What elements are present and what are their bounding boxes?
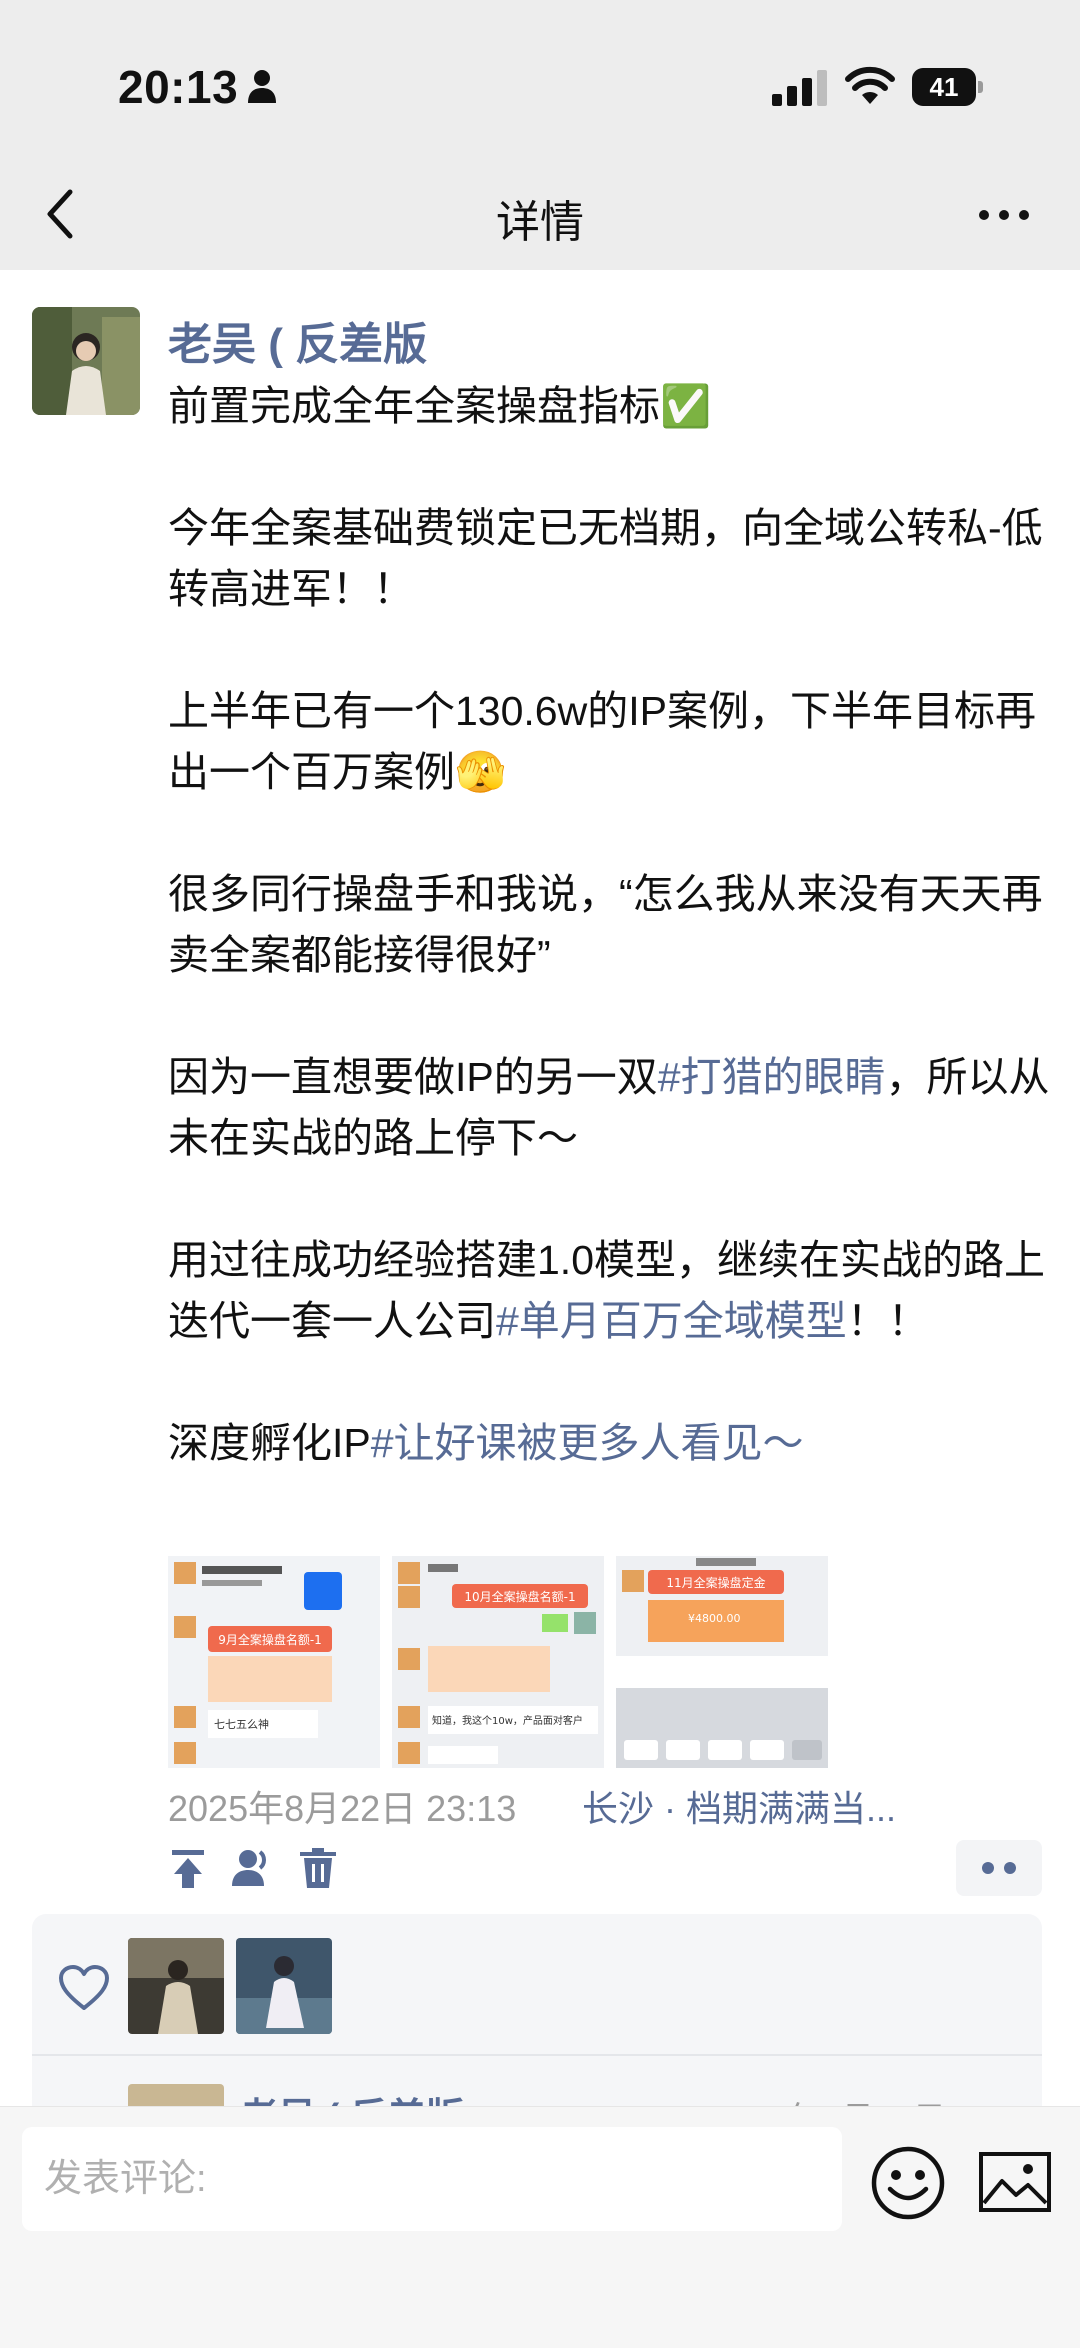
signal-icon	[772, 70, 827, 106]
post-paragraph: 很多同行操盘手和我说，“怎么我从来没有天天再卖全案都能接得很好”	[168, 864, 1058, 986]
comment-bar	[0, 2106, 1080, 2348]
page-title: 详情	[496, 198, 584, 247]
post-image-3[interactable]: 11月全案操盘定金 ¥4800.00	[616, 1556, 828, 1768]
topic-link[interactable]: #打猎的眼睛	[658, 1054, 886, 1100]
post-paragraph	[168, 1169, 1058, 1230]
post-image-1-banner: 9月全案操盘名额-1	[218, 1632, 322, 1647]
post-image-2[interactable]: 10月全案操盘名额-1 知道，我这个10w，产品面对客户	[392, 1556, 604, 1768]
comment-input[interactable]	[22, 2127, 842, 2231]
post-text-segment: ！！	[846, 1298, 929, 1344]
heart-icon	[59, 1965, 109, 2010]
post-text-segment: 很多同行操盘手和我说，“怎么我从来没有天天再卖全案都能接得很好”	[168, 871, 1043, 978]
post-paragraph	[168, 803, 1058, 864]
post-text-segment: 深度孵化IP	[168, 1420, 371, 1466]
post-paragraph: 用过往成功经验搭建1.0模型，继续在实战的路上迭代一套一人公司#单月百万全域模型…	[168, 1230, 1058, 1352]
post-timestamp: 2025年8月22日 23:13	[168, 1788, 517, 1829]
pin-top-icon[interactable]	[166, 1846, 210, 1890]
person-icon	[248, 70, 276, 103]
post-image-1-caption: 七七五么神	[214, 1717, 269, 1731]
post-paragraph: 因为一直想要做IP的另一双#打猎的眼睛，所以从未在实战的路上停下～	[168, 1047, 1058, 1169]
post-paragraph: 今年全案基础费锁定已无档期，向全域公转私-低转高进军！！	[168, 498, 1058, 620]
post-image-2-caption: 知道，我这个10w，产品面对客户	[432, 1714, 583, 1727]
likes-panel: 老吴 ( 反差版 2025年8月22日 23:17	[32, 1914, 1042, 2180]
post-text-segment: 因为一直想要做IP的另一双	[168, 1054, 658, 1100]
topic-link[interactable]: #单月百万全域模型	[496, 1298, 847, 1344]
post-paragraph	[168, 437, 1058, 498]
battery-level: 41	[912, 68, 976, 106]
nav-bar: 详情	[0, 160, 1080, 270]
status-time: 20:13	[118, 61, 239, 113]
post-text-segment: 上半年已有一个130.6w的IP案例，下半年目标再出一个百万案例🫣	[168, 688, 1036, 795]
post-paragraph	[168, 986, 1058, 1047]
post-paragraph: 深度孵化IP#让好课被更多人看见～	[168, 1413, 1058, 1474]
more-dots-icon[interactable]	[976, 200, 1032, 230]
post-text: 前置完成全年全案操盘指标✅ 今年全案基础费锁定已无档期，向全域公转私-低转高进军！…	[168, 376, 1058, 1474]
likes-divider	[32, 2054, 1042, 2056]
post-text-segment: 今年全案基础费锁定已无档期，向全域公转私-低转高进军！！	[168, 505, 1043, 612]
visibility-icon[interactable]	[230, 1846, 274, 1890]
image-icon[interactable]	[978, 2151, 1052, 2213]
post-paragraph: 上半年已有一个130.6w的IP案例，下半年目标再出一个百万案例🫣	[168, 681, 1058, 803]
delete-icon[interactable]	[296, 1846, 340, 1890]
liker-avatar-1[interactable]	[128, 1938, 224, 2034]
post-paragraph: 前置完成全年全案操盘指标✅	[168, 376, 1058, 437]
post-paragraph	[168, 620, 1058, 681]
post-image-3-caption: ¥4800.00	[688, 1612, 741, 1625]
post-location[interactable]: 长沙 · 档期满满当...	[582, 1780, 896, 1832]
author-name[interactable]: 老吴 ( 反差版	[168, 308, 427, 372]
battery-icon: 41	[912, 68, 983, 106]
status-bar: 20:13 41	[0, 0, 1080, 160]
post-text-segment: 前置完成全年全案操盘指标✅	[168, 383, 712, 429]
liker-avatar-2[interactable]	[236, 1938, 332, 2034]
wifi-icon	[845, 66, 895, 104]
comment-more-icon[interactable]	[956, 1840, 1042, 1896]
emoji-icon[interactable]	[870, 2145, 946, 2221]
topic-link[interactable]: #让好课被更多人看见～	[371, 1420, 804, 1466]
battery-cap	[978, 81, 983, 93]
post-image-3-banner: 11月全案操盘定金	[666, 1575, 765, 1590]
post-image-1[interactable]: 9月全案操盘名额-1 七七五么神	[168, 1556, 380, 1768]
post-paragraph	[168, 1352, 1058, 1413]
post-image-2-banner: 10月全案操盘名额-1	[464, 1589, 575, 1604]
author-avatar[interactable]	[32, 307, 140, 415]
